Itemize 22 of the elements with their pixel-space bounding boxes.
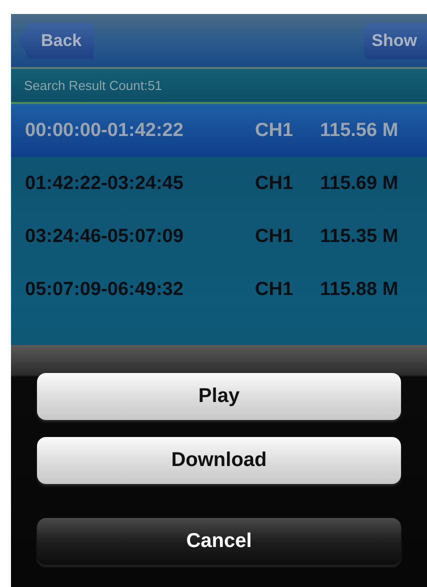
result-count: Search Result Count:51 <box>24 78 162 93</box>
time-range: 00:00:00-01:42:22 <box>25 120 184 142</box>
file-size: 115.35 M <box>320 226 398 248</box>
time-range: 03:24:46-05:07:09 <box>25 226 184 248</box>
channel-label: CH1 <box>255 172 294 194</box>
action-button[interactable]: Download <box>37 437 401 484</box>
time-range: 01:42:22-03:24:45 <box>25 172 184 194</box>
file-size: 115.69 M <box>320 172 398 194</box>
recording-row[interactable]: 03:24:46-05:07:09 CH1 115.35 M <box>11 210 427 263</box>
time-range: 05:07:09-06:49:32 <box>25 278 184 300</box>
cancel-button[interactable]: Cancel <box>37 518 401 565</box>
file-size: 115.88 M <box>320 278 398 300</box>
back-button[interactable]: Back <box>19 22 94 58</box>
action-button[interactable]: Play <box>37 373 401 420</box>
recording-row[interactable]: 00:00:00-01:42:22 CH1 115.56 M <box>11 104 427 157</box>
channel-label: CH1 <box>255 120 294 142</box>
recording-row[interactable]: 01:42:22-03:24:45 CH1 115.69 M <box>11 157 427 210</box>
file-size: 115.56 M <box>320 120 398 142</box>
channel-label: CH1 <box>255 226 294 248</box>
show-button[interactable]: Show <box>364 22 427 58</box>
recording-row[interactable]: 05:07:09-06:49:32 CH1 115.88 M <box>11 263 427 316</box>
channel-label: CH1 <box>255 278 294 300</box>
